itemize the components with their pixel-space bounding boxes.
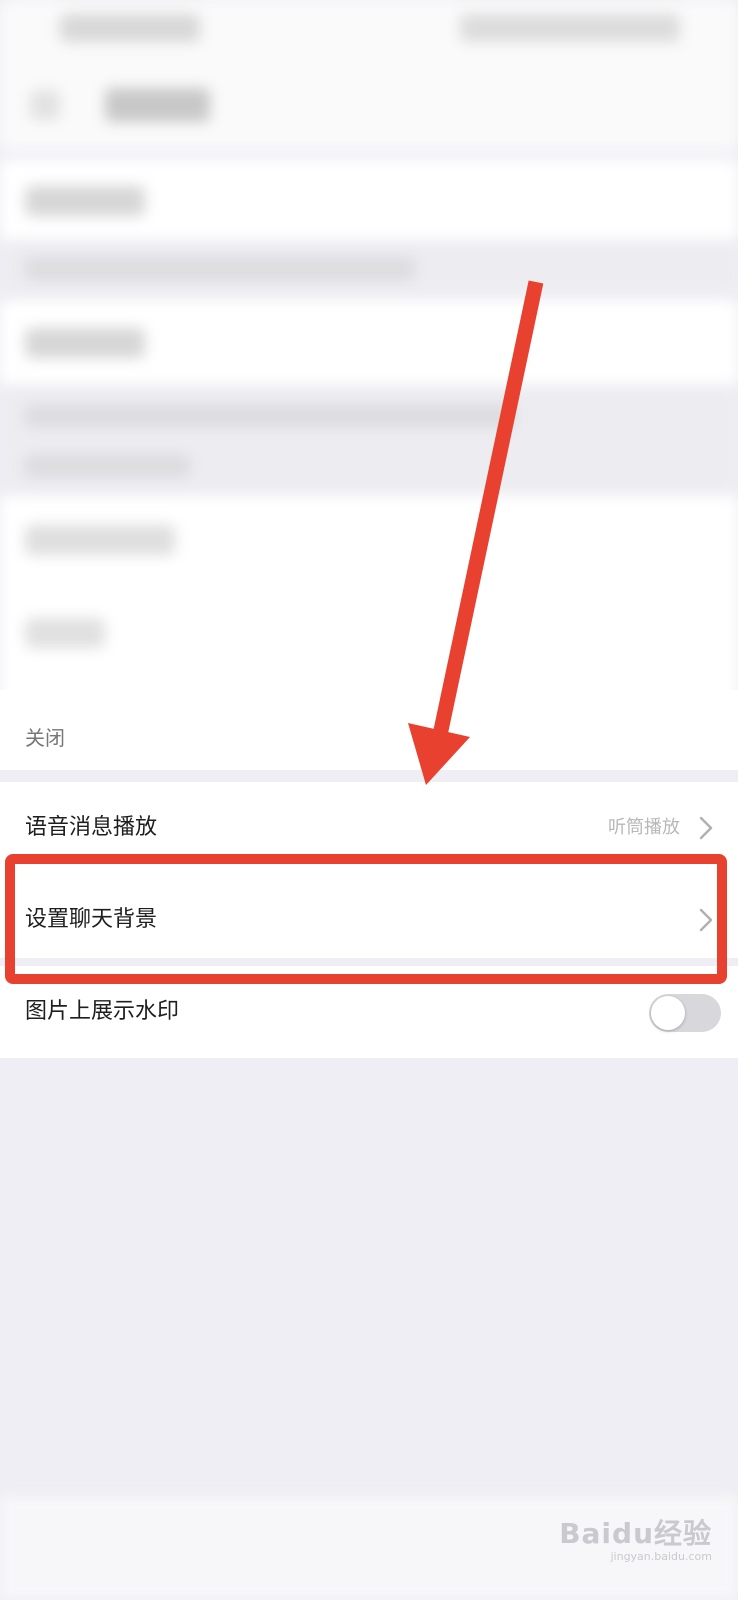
chevron-right-icon	[699, 816, 713, 840]
highlight-annotation-box	[5, 854, 727, 984]
image-watermark-toggle[interactable]	[649, 994, 721, 1032]
toggle-knob	[651, 996, 685, 1030]
baidu-watermark: Baidu经验 jingyan.baidu.com	[559, 1512, 712, 1563]
red-arrow-annotation	[408, 280, 544, 785]
watermark-main: Baidu经验	[559, 1517, 712, 1550]
